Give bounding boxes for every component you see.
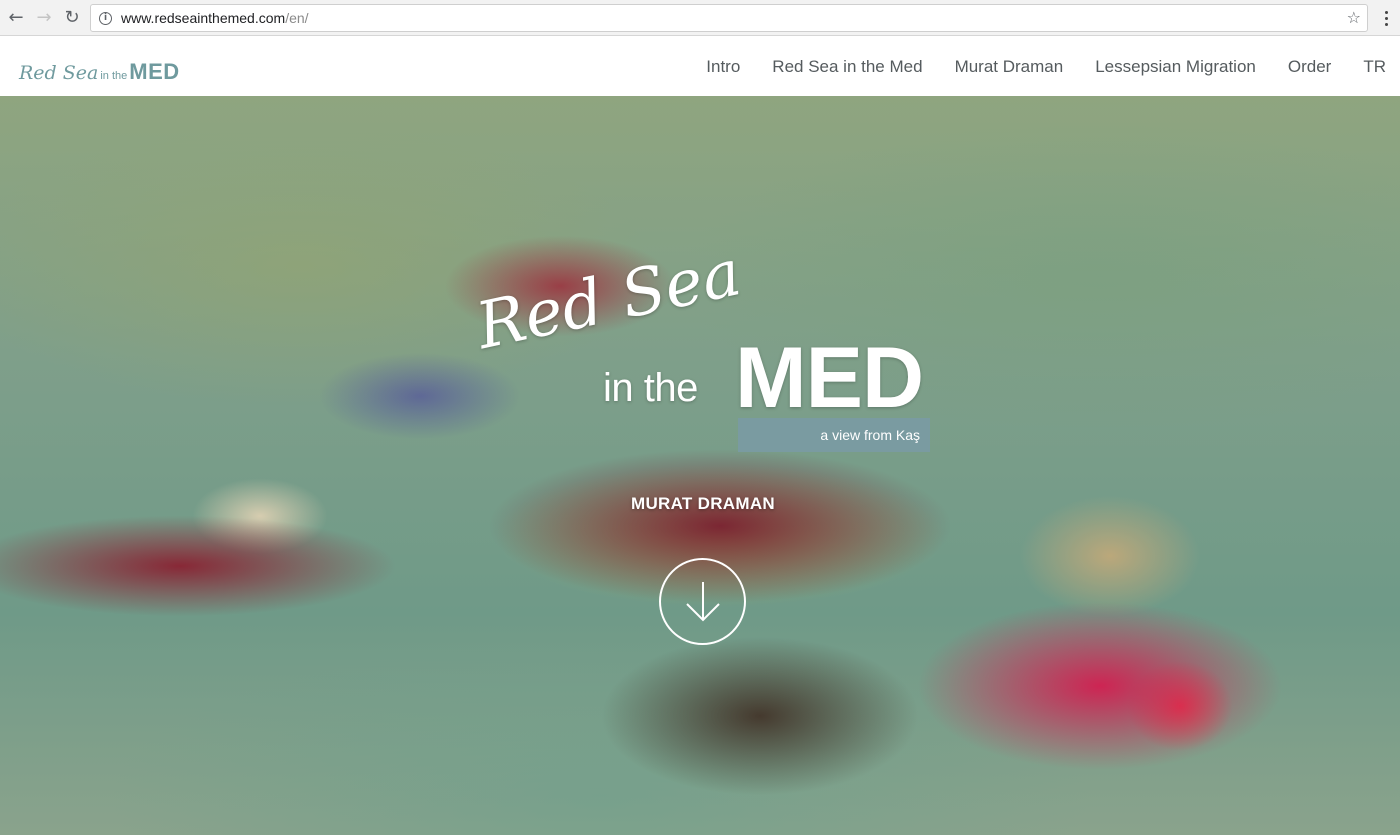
nav-item-intro[interactable]: Intro	[706, 57, 740, 77]
url-text[interactable]: www.redseainthemed.com/en/	[121, 10, 309, 26]
url-path: /en/	[285, 10, 309, 26]
nav-item-language-tr[interactable]: TR	[1363, 57, 1386, 77]
reload-icon[interactable]: ↻	[58, 4, 86, 32]
back-arrow-icon[interactable]: ←	[2, 4, 30, 32]
hero-image: Red Sea in the MED a view from Kaş MURAT…	[0, 96, 1400, 835]
hero-title-med: MED	[735, 330, 924, 426]
hero-subtitle: a view from Kaş	[738, 418, 930, 452]
hero-title-script: Red Sea	[470, 236, 748, 365]
logo-caps: MED	[129, 59, 180, 84]
hero-title-in-the: in the	[603, 366, 698, 410]
browser-toolbar: ← → ↻ i www.redseainthemed.com/en/ ☆	[0, 0, 1400, 36]
url-domain: www.redseainthemed.com	[121, 10, 286, 26]
hero-title: Red Sea in the MED	[470, 236, 940, 431]
site-header: Red Sea in the MED Intro Red Sea in the …	[0, 37, 1400, 96]
main-nav: Intro Red Sea in the Med Murat Draman Le…	[706, 57, 1386, 77]
address-bar[interactable]: i www.redseainthemed.com/en/ ☆	[90, 4, 1368, 32]
logo-script: Red Sea	[19, 62, 99, 84]
nav-item-order[interactable]: Order	[1288, 57, 1331, 77]
hero-author: MURAT DRAMAN	[631, 494, 775, 513]
arrow-down-glyph	[686, 582, 720, 622]
arrow-down-circle-icon[interactable]	[659, 558, 746, 645]
info-icon[interactable]: i	[99, 11, 112, 25]
nav-item-murat-draman[interactable]: Murat Draman	[955, 57, 1064, 77]
nav-item-lessepsian-migration[interactable]: Lessepsian Migration	[1095, 57, 1256, 77]
nav-item-red-sea-in-the-med[interactable]: Red Sea in the Med	[772, 57, 922, 77]
logo-small: in the	[100, 70, 128, 82]
forward-arrow-icon[interactable]: →	[30, 4, 58, 32]
kebab-menu-icon[interactable]	[1378, 6, 1394, 30]
star-icon[interactable]: ☆	[1347, 8, 1361, 27]
site-logo[interactable]: Red Sea in the MED	[19, 59, 180, 85]
